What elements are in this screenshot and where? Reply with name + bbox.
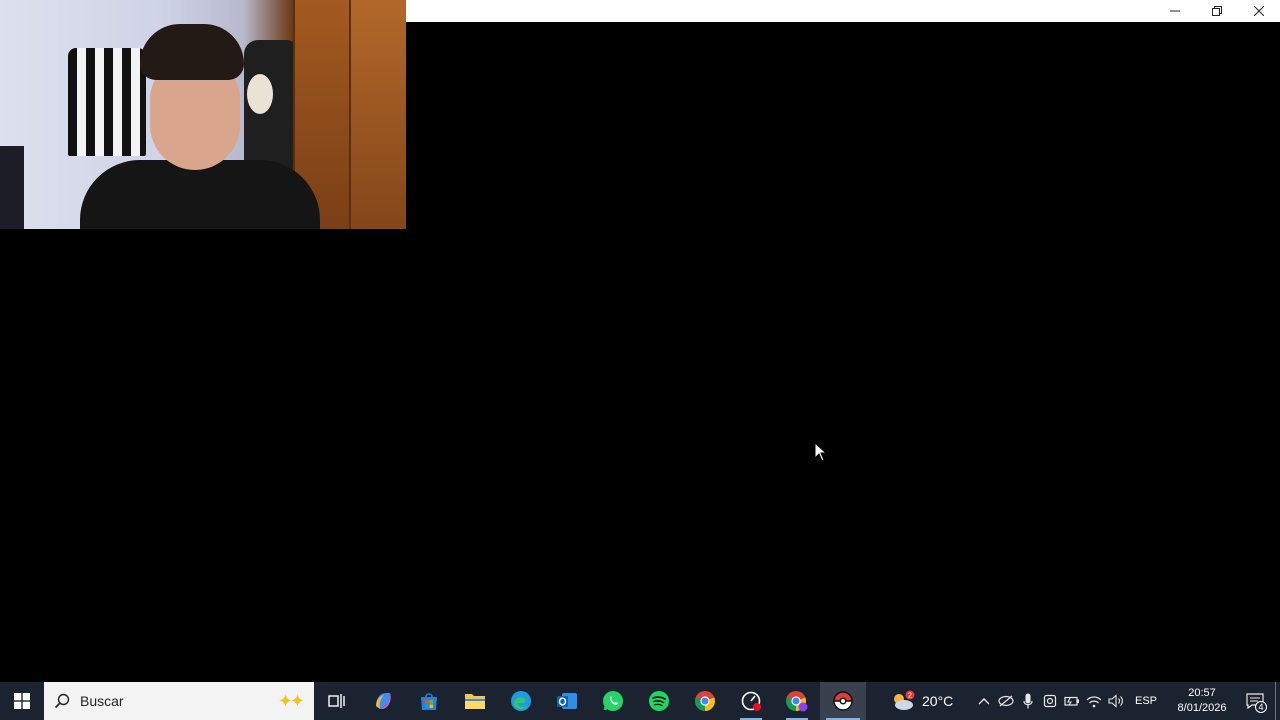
pokeball-app-icon: [833, 691, 853, 711]
task-view-button[interactable]: [314, 682, 360, 720]
search-box[interactable]: Buscar ✦✦: [44, 682, 314, 720]
chrome-button[interactable]: [682, 682, 728, 720]
whatsapp-button[interactable]: [590, 682, 636, 720]
input-language-indicator[interactable]: ESP: [1135, 695, 1157, 707]
restore-button[interactable]: [1196, 0, 1238, 22]
minimize-button[interactable]: [1154, 0, 1196, 22]
hanging-cap: [247, 74, 273, 114]
battery-button[interactable]: [1061, 682, 1083, 720]
start-button[interactable]: [0, 682, 44, 720]
file-explorer-icon: [465, 694, 485, 709]
notification-count-badge: 4: [1255, 701, 1267, 713]
windows-logo-icon: [14, 693, 30, 709]
tray-app-button[interactable]: [995, 682, 1017, 720]
wifi-button[interactable]: [1083, 682, 1105, 720]
clock[interactable]: 20:57 8/01/2026: [1169, 686, 1235, 716]
task-view-icon: [328, 694, 345, 708]
person-hair: [140, 24, 244, 80]
search-icon: [54, 693, 70, 709]
copilot-button[interactable]: [360, 682, 406, 720]
pokeball-app-button[interactable]: [820, 682, 866, 720]
file-explorer-button[interactable]: [452, 682, 498, 720]
camera-button[interactable]: [1039, 682, 1061, 720]
person-body: [80, 160, 320, 229]
sparkle-icon: ✦✦: [277, 690, 305, 711]
volume-icon: [1108, 694, 1123, 708]
edge-button[interactable]: [498, 682, 544, 720]
wifi-icon: [1086, 695, 1102, 707]
outlook-icon: [557, 693, 577, 709]
battery-charging-icon: [1064, 696, 1079, 706]
eye-off-icon: [998, 695, 1014, 707]
weather-badge: 2: [908, 693, 912, 700]
chrome-icon: [695, 691, 715, 711]
screen-recorder-button[interactable]: [728, 682, 774, 720]
notification-center-button[interactable]: 4: [1235, 682, 1275, 720]
chevron-up-icon: [978, 698, 990, 705]
minimize-icon: [1170, 10, 1180, 12]
outlook-button[interactable]: [544, 682, 590, 720]
microphone-button[interactable]: [1017, 682, 1039, 720]
cloudy-weather-icon: 2: [894, 690, 915, 710]
camera-icon: [1043, 694, 1057, 708]
background-furniture: [0, 146, 24, 229]
clock-date: 8/01/2026: [1177, 702, 1227, 714]
wardrobe-door: [349, 0, 406, 229]
spotify-icon: [649, 691, 669, 711]
close-button[interactable]: [1238, 0, 1280, 22]
webcam-overlay: [0, 0, 406, 229]
edge-icon: [511, 691, 531, 711]
restore-icon: [1212, 6, 1222, 16]
system-tray: ESP 20:57 8/01/2026 4: [973, 682, 1280, 720]
chrome-profile-icon: [786, 691, 808, 712]
copilot-icon: [376, 693, 391, 709]
weather-temperature: 20°C: [922, 693, 954, 709]
weather-widget[interactable]: 2 20°C: [890, 690, 953, 712]
mouse-cursor-icon: [814, 442, 828, 462]
show-desktop-button[interactable]: [1275, 682, 1280, 720]
pinned-apps: [314, 682, 866, 720]
show-hidden-icons-button[interactable]: [973, 682, 995, 720]
volume-button[interactable]: [1105, 682, 1127, 720]
close-icon: [1254, 6, 1264, 16]
spotify-button[interactable]: [636, 682, 682, 720]
microsoft-store-button[interactable]: [406, 682, 452, 720]
window-titlebar: [406, 0, 1280, 22]
whatsapp-icon: [603, 691, 623, 711]
search-input[interactable]: Buscar: [80, 693, 278, 709]
recorder-icon: [741, 691, 761, 711]
clock-time: 20:57: [1188, 687, 1216, 699]
microsoft-store-icon: [421, 693, 437, 710]
taskbar: Buscar ✦✦ 2 20°C ESP 20:57 8/01/2026 4: [0, 682, 1280, 720]
microphone-icon: [1023, 693, 1033, 709]
chrome-profile-button[interactable]: [774, 682, 820, 720]
jersey-on-wall: [68, 48, 146, 156]
